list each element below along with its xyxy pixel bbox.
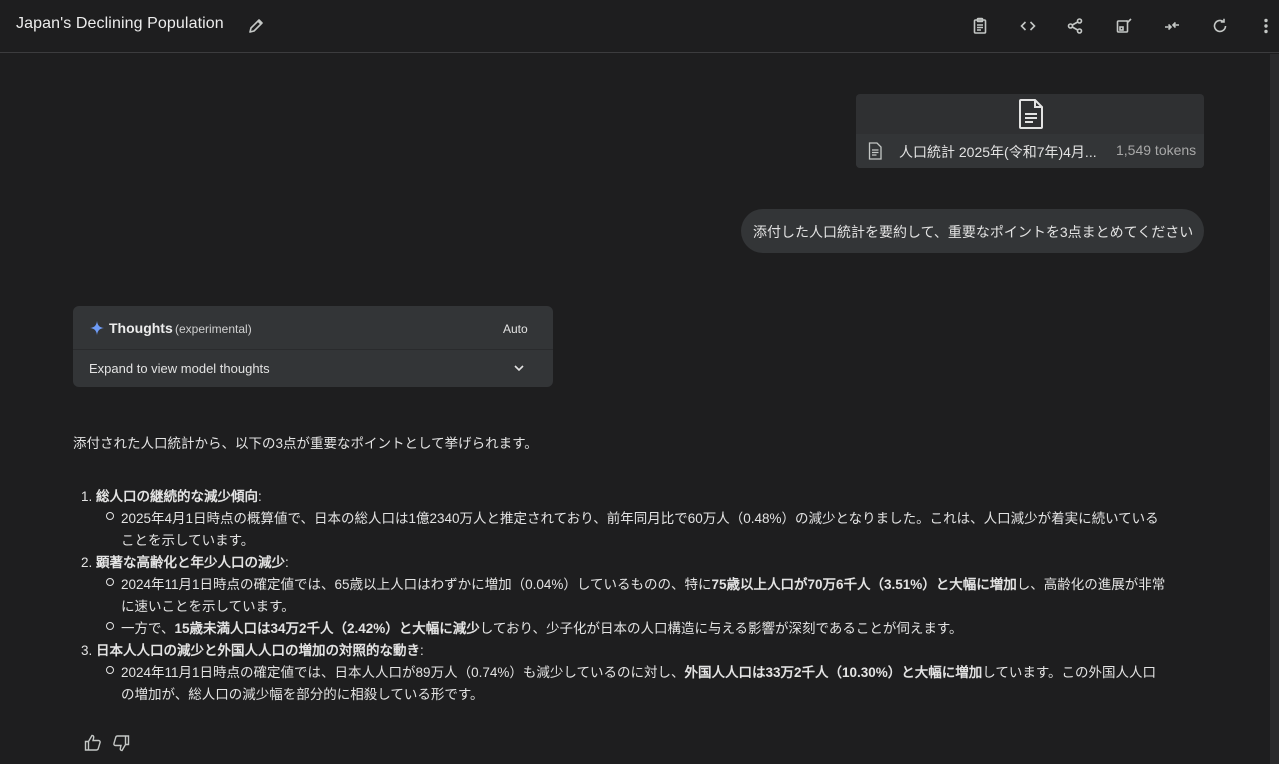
bullet-bold-segment: 75歳以上人口が70万6千人（3.51%）と大幅に増加 — [711, 577, 1017, 592]
thumbs-up-icon — [84, 734, 101, 751]
share-icon — [1067, 18, 1083, 34]
file-icon — [868, 142, 882, 160]
collapse-icon — [1165, 21, 1179, 31]
bullet-segment: しています。この外国人人口 — [982, 665, 1157, 680]
compare-button[interactable] — [1113, 15, 1135, 37]
thoughts-mode-toggle[interactable]: Auto — [503, 322, 528, 336]
bullet-bold-segment: 15歳未満人口は34万2千人（2.42%）と大幅に減少 — [174, 621, 480, 636]
bullet-text-line: 2024年11月1日時点の確定値では、65歳以上人口はわずかに増加（0.04%）… — [121, 573, 1165, 593]
thumbs-down-icon — [113, 735, 130, 752]
expand-thoughts-button[interactable]: Expand to view model thoughts — [89, 361, 270, 376]
bullet-segment: ことを示しています。 — [121, 533, 255, 548]
more-options-button[interactable] — [1256, 15, 1276, 37]
point-heading-text: 総人口の継続的な減少傾向 — [96, 489, 259, 504]
thoughts-panel: Thoughts (experimental) Auto Expand to v… — [73, 306, 553, 387]
bullet-text-line: 2024年11月1日時点の確定値では、日本人人口が89万人（0.74%）も減少し… — [121, 661, 1156, 681]
bullet-segment: の増加が、総人口の減少幅を部分的に相殺している形です。 — [121, 687, 484, 702]
clipboard-button[interactable] — [969, 15, 991, 37]
collapse-button[interactable] — [1161, 15, 1183, 37]
point-heading-colon: : — [420, 643, 424, 658]
bullet-marker — [106, 578, 114, 586]
bullet-segment: 一方で、 — [121, 621, 175, 636]
bullet-text-line: 一方で、15歳未満人口は34万2千人（2.42%）と大幅に減少しており、少子化が… — [121, 617, 963, 637]
bullet-segment: し、高齢化の進展が非常 — [1016, 577, 1166, 592]
sparkle-icon — [90, 321, 104, 335]
top-bar: Japan's Declining Population — [0, 0, 1279, 53]
bullet-segment: 2025年4月1日時点の概算値で、日本の総人口は1億2340万人と推定されており… — [121, 511, 1159, 526]
attachment-file-name: 人口統計 2025年(令和7年)4月... — [899, 144, 1097, 160]
code-icon — [1020, 21, 1036, 31]
bullet-marker — [106, 622, 114, 630]
clipboard-icon — [973, 17, 987, 34]
thoughts-header: Thoughts (experimental) Auto — [73, 306, 553, 350]
edit-title-button[interactable] — [246, 16, 266, 36]
thumbs-down-button[interactable] — [111, 733, 131, 753]
bullet-segment: 2024年11月1日時点の確定値では、日本人人口が89万人（0.74%）も減少し… — [121, 665, 685, 680]
point-heading-colon: : — [258, 489, 262, 504]
point-heading-text: 日本人人口の減少と外国人人口の増加の対照的な動き — [96, 643, 421, 658]
point-heading-text: 顕著な高齢化と年少人口の減少 — [96, 555, 286, 570]
thoughts-title: Thoughts — [109, 320, 173, 336]
bullet-marker — [106, 512, 114, 520]
more-vert-icon — [1264, 18, 1268, 34]
user-message: 添付した人口統計を要約して、重要なポイントを3点まとめてください — [741, 209, 1204, 253]
thumbs-up-button[interactable] — [83, 733, 103, 753]
share-button[interactable] — [1064, 15, 1086, 37]
scrollbar[interactable] — [1270, 54, 1279, 764]
attachment-token-count: 1,549 tokens — [1116, 142, 1197, 158]
document-icon — [1019, 99, 1043, 129]
bullet-text-line: 2025年4月1日時点の概算値で、日本の総人口は1億2340万人と推定されており… — [121, 507, 1159, 527]
get-code-button[interactable] — [1017, 15, 1039, 37]
thoughts-subtitle: (experimental) — [175, 322, 252, 336]
point-number: 3. — [81, 643, 97, 658]
compare-icon — [1116, 18, 1132, 33]
point-heading-colon: : — [285, 555, 289, 570]
refresh-icon — [1213, 18, 1227, 33]
bullet-text-line: に速いことを示しています。 — [121, 595, 295, 615]
refresh-button[interactable] — [1209, 15, 1231, 37]
response-intro: 添付された人口統計から、以下の3点が重要なポイントとして挙げられます。 — [73, 436, 538, 451]
attachment-row[interactable]: 人口統計 2025年(令和7年)4月... 1,549 tokens — [856, 134, 1204, 168]
bullet-segment: しており、少子化が日本の人口構造に与える影響が深刻であることが伺えます。 — [479, 621, 963, 636]
bullet-text-line: の増加が、総人口の減少幅を部分的に相殺している形です。 — [121, 683, 483, 703]
point-heading: 1. 総人口の継続的な減少傾向: — [81, 485, 262, 505]
bullet-segment: 2024年11月1日時点の確定値では、65歳以上人口はわずかに増加（0.04%）… — [121, 577, 712, 592]
bullet-text-line: ことを示しています。 — [121, 529, 254, 549]
feedback-bar — [83, 733, 143, 753]
bullet-segment: に速いことを示しています。 — [121, 599, 295, 614]
bullet-bold-segment: 外国人人口は33万2千人（10.30%）と大幅に増加 — [684, 665, 983, 680]
point-number: 2. — [81, 555, 97, 570]
chevron-down-icon[interactable] — [511, 360, 527, 376]
bullet-marker — [106, 666, 114, 674]
point-heading: 3. 日本人人口の減少と外国人人口の増加の対照的な動き: — [81, 639, 424, 659]
point-heading: 2. 顕著な高齢化と年少人口の減少: — [81, 551, 289, 571]
attachment-card[interactable]: 人口統計 2025年(令和7年)4月... 1,549 tokens — [856, 94, 1204, 168]
pencil-icon — [249, 19, 263, 33]
point-number: 1. — [81, 489, 97, 504]
page-title: Japan's Declining Population — [16, 15, 224, 32]
